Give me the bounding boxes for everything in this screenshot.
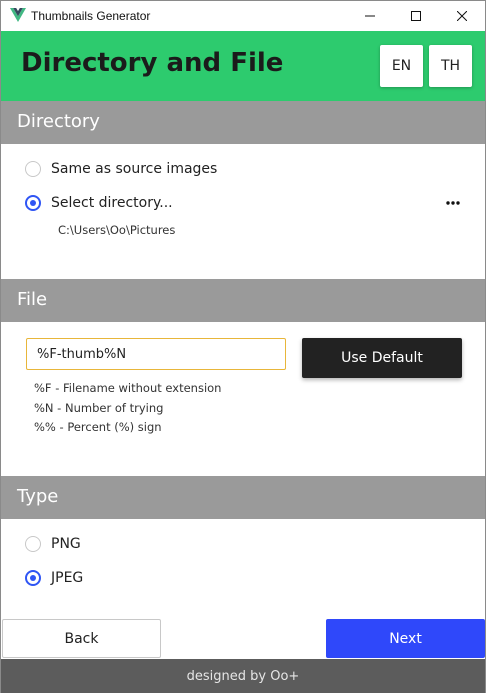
radio-button-selected[interactable] (25, 195, 41, 211)
filename-pattern-input[interactable] (26, 338, 286, 370)
selected-directory-path: C:\Users\Oo\Pictures (58, 223, 176, 237)
close-button[interactable] (439, 1, 485, 31)
radio-label: Select directory... (51, 195, 173, 211)
title-bar: Thumbnails Generator (1, 1, 485, 31)
minimize-icon (365, 15, 375, 17)
vue-logo-icon (10, 8, 26, 22)
minimize-button[interactable] (347, 1, 393, 31)
more-horizontal-icon[interactable] (445, 199, 461, 207)
radio-label: PNG (51, 536, 81, 552)
app-window: Thumbnails Generator Directory and File … (0, 0, 486, 693)
directory-section-title: Directory (17, 111, 100, 132)
radio-button[interactable] (25, 161, 41, 177)
credit-footer: designed by Oo+ (1, 659, 485, 693)
hint-number: %N - Number of trying (34, 401, 164, 415)
type-section-title: Type (17, 486, 59, 507)
close-icon (457, 11, 467, 21)
maximize-button[interactable] (393, 1, 439, 31)
back-button[interactable]: Back (2, 619, 161, 658)
radio-label: Same as source images (51, 161, 218, 177)
next-button[interactable]: Next (326, 619, 485, 658)
lang-en-button[interactable]: EN (380, 45, 423, 87)
window-title: Thumbnails Generator (31, 9, 151, 23)
directory-section-header: Directory (1, 101, 485, 144)
file-section-header: File (1, 279, 485, 322)
lang-th-button[interactable]: TH (429, 45, 472, 87)
maximize-icon (411, 11, 421, 21)
radio-label: JPEG (51, 570, 84, 586)
radio-button[interactable] (25, 536, 41, 552)
radio-png[interactable]: PNG (25, 534, 81, 554)
radio-jpeg[interactable]: JPEG (25, 568, 83, 588)
page-header: Directory and File EN TH (1, 31, 485, 101)
radio-select-directory[interactable]: Select directory... (25, 193, 173, 213)
hint-filename: %F - Filename without extension (34, 381, 222, 395)
hint-percent: %% - Percent (%) sign (34, 420, 162, 434)
type-section-header: Type (1, 476, 485, 519)
file-section-title: File (17, 289, 48, 310)
radio-button-selected[interactable] (25, 570, 41, 586)
radio-same-as-source[interactable]: Same as source images (25, 159, 217, 179)
use-default-button[interactable]: Use Default (302, 338, 462, 378)
page-title: Directory and File (21, 48, 284, 78)
